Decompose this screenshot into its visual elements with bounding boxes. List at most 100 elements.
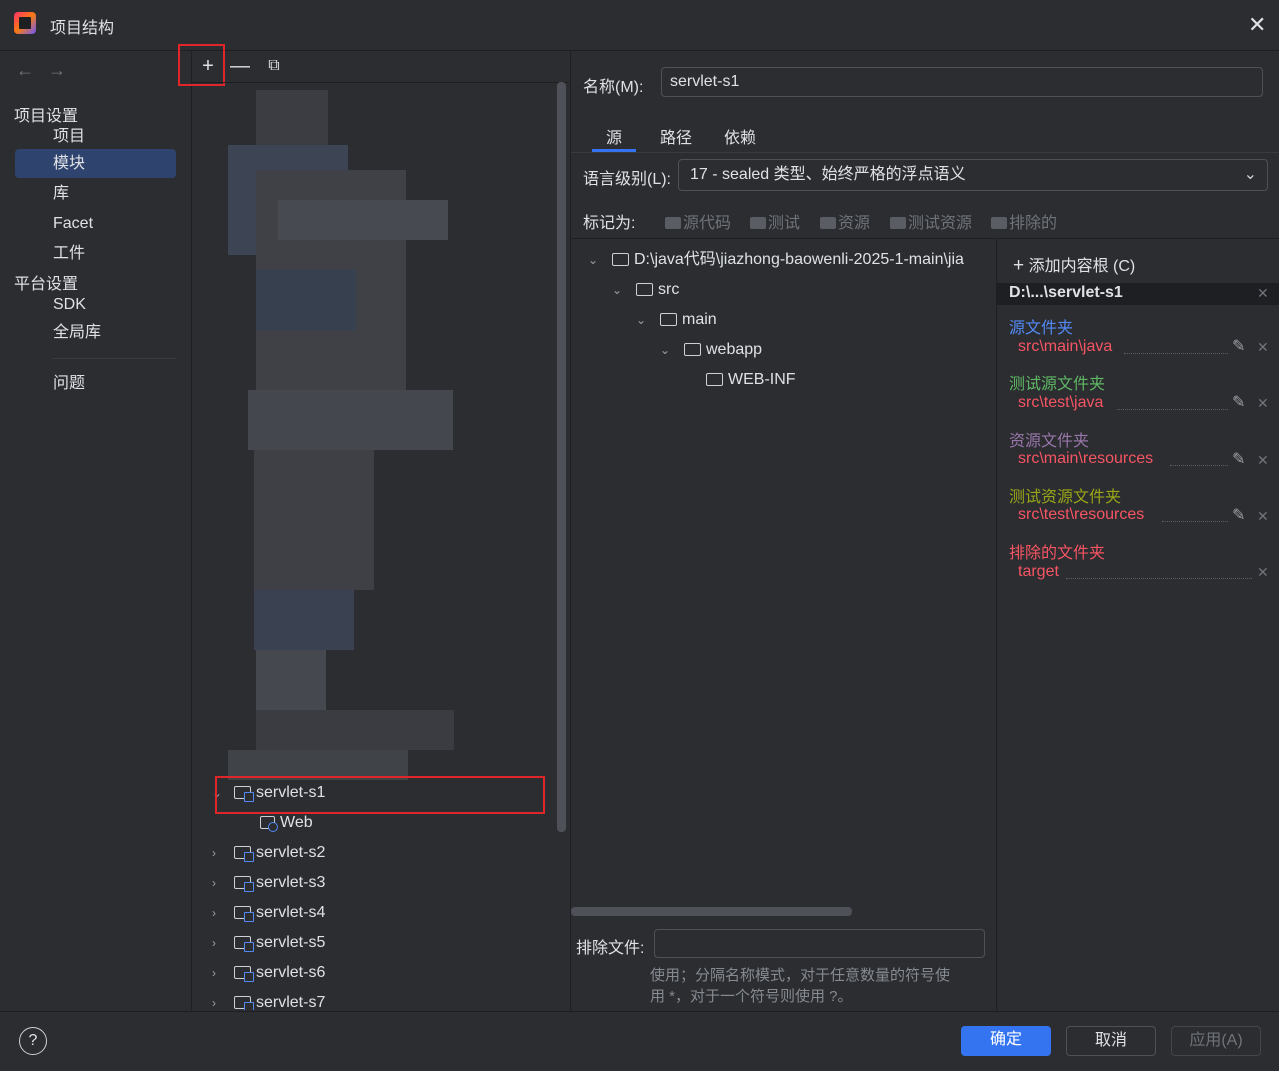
ok-button[interactable]: 确定 [961,1026,1051,1056]
window-title: 项目结构 [50,20,115,37]
folder-icon [665,217,681,229]
sidebar-item-global-libraries[interactable]: 全局库 [15,318,176,347]
mark-resources-button[interactable]: 资源 [820,209,870,233]
apply-button[interactable]: 应用(A) [1171,1026,1261,1056]
folder-icon [820,217,836,229]
folder-icon [636,283,653,296]
remove-icon[interactable]: ✕ [1257,564,1269,581]
file-tree-main[interactable]: ⌄ main [636,305,717,335]
file-tree-root[interactable]: ⌄ D:\java代码\jiazhong-baowenli-2025-1-main… [588,245,995,275]
exclude-hint-line-2: 用 *，对于一个符号则使用 ?。 [650,988,853,1005]
remove-icon[interactable]: ✕ [1257,339,1269,356]
module-folder-icon [234,876,254,892]
sidebar-item-libraries[interactable]: 库 [15,179,176,208]
folder-icon [750,217,766,229]
file-tree-hscrollbar[interactable] [571,907,852,916]
cancel-button[interactable]: 取消 [1066,1026,1156,1056]
mark-excluded-button[interactable]: 排除的 [991,209,1057,233]
help-icon[interactable]: ? [19,1027,47,1055]
remove-icon[interactable]: — [227,54,253,78]
sidebar-divider [52,358,176,359]
chevron-right-icon[interactable]: › [212,838,226,868]
category-resource-folders: 资源文件夹 [1009,433,1090,450]
tree-item-web[interactable]: Web [260,808,313,838]
module-folder-icon [234,936,254,952]
edit-pencil-icon[interactable]: ✎ [1232,505,1245,525]
edit-pencil-icon[interactable]: ✎ [1232,392,1245,412]
folder-icon [612,253,629,266]
chevron-right-icon[interactable]: › [212,928,226,958]
forward-arrow-icon[interactable]: → [48,60,66,81]
remove-icon[interactable]: ✕ [1257,508,1269,525]
sidebar-item-problems[interactable]: 问题 [15,369,176,398]
tree-scrollbar[interactable] [557,82,566,832]
chevron-down-icon[interactable]: ⌄ [612,275,626,305]
module-name-input[interactable] [661,67,1263,97]
sidebar-item-artifacts[interactable]: 工件 [15,239,176,268]
back-arrow-icon[interactable]: ← [16,60,34,81]
chevron-right-icon[interactable]: › [212,958,226,988]
tree-item-servlet-s6[interactable]: › servlet-s6 [212,958,325,988]
file-tree-src[interactable]: ⌄ src [612,275,679,305]
category-test-resource-folders: 测试资源文件夹 [1009,489,1122,506]
copy-icon[interactable]: ⧉ [261,54,287,78]
chevron-right-icon[interactable]: › [212,868,226,898]
test-source-folder-path: src\test\java [1018,394,1104,411]
exclude-files-label: 排除文件: [576,940,645,957]
chevron-down-icon[interactable]: ⌄ [660,335,674,365]
mark-as-label: 标记为: [583,215,636,232]
file-tree-web-inf[interactable]: WEB-INF [706,365,796,395]
mark-tests-button[interactable]: 测试 [750,209,800,233]
mark-sources-button[interactable]: 源代码 [665,209,731,233]
add-icon: + [1013,255,1025,276]
test-resource-folder-path: src\test\resources [1018,506,1145,523]
resource-folder-path: src\main\resources [1018,450,1154,467]
folder-icon [890,217,906,229]
source-folder-path: src\main\java [1018,338,1113,355]
content-root-path: D:\...\servlet-s1 [1009,284,1123,301]
close-icon[interactable]: ✕ [1248,12,1266,38]
exclude-files-input[interactable] [654,929,985,958]
remove-content-root-icon[interactable]: ✕ [1257,285,1269,302]
chevron-down-icon[interactable]: ⌄ [588,245,602,275]
tree-item-servlet-s2[interactable]: › servlet-s2 [212,838,325,868]
language-level-label: 语言级别(L): [583,171,672,188]
folder-icon [991,217,1007,229]
edit-pencil-icon[interactable]: ✎ [1232,449,1245,469]
intellij-logo-icon [14,12,36,34]
module-folder-icon [234,906,254,922]
tab-dependencies[interactable]: 依赖 [724,124,756,148]
exclude-hint-line-1: 使用；分隔名称模式，对于任意数量的符号使 [650,967,951,984]
remove-icon[interactable]: ✕ [1257,452,1269,469]
sidebar-item-facets[interactable]: Facet [15,209,176,238]
add-content-root-button[interactable]: + 添加内容根 (C) [1013,252,1135,277]
module-folder-icon [234,846,254,862]
tab-paths[interactable]: 路径 [660,124,692,148]
tree-item-servlet-s5[interactable]: › servlet-s5 [212,928,325,958]
chevron-right-icon[interactable]: › [212,988,226,1010]
content-file-tree [571,238,995,911]
tab-sources[interactable]: 源 [606,124,622,148]
chevron-right-icon[interactable]: › [212,898,226,928]
folder-icon [684,343,701,356]
chevron-down-icon[interactable]: ⌄ [636,305,650,335]
edit-pencil-icon[interactable]: ✎ [1232,336,1245,356]
tree-item-servlet-s3[interactable]: › servlet-s3 [212,868,325,898]
category-excluded-folders: 排除的文件夹 [1009,545,1106,562]
module-folder-icon [234,996,254,1010]
category-source-folders: 源文件夹 [1009,320,1074,337]
sidebar-item-sdk[interactable]: SDK [15,290,176,319]
sidebar-item-project[interactable]: 项目 [15,122,176,151]
web-facet-icon [260,816,278,832]
tree-item-servlet-s7[interactable]: › servlet-s7 [212,988,325,1010]
file-tree-webapp[interactable]: ⌄ webapp [660,335,762,365]
sidebar-item-modules[interactable]: 模块 [15,149,176,178]
mark-test-resources-button[interactable]: 测试资源 [890,209,972,233]
name-label: 名称(M): [583,79,644,96]
folder-icon [660,313,677,326]
folder-icon [706,373,723,386]
tree-item-servlet-s4[interactable]: › servlet-s4 [212,898,325,928]
language-level-select[interactable]: 17 - sealed 类型、始终严格的浮点语义 ⌄ [678,159,1268,191]
remove-icon[interactable]: ✕ [1257,395,1269,412]
tab-separator [571,152,1279,153]
